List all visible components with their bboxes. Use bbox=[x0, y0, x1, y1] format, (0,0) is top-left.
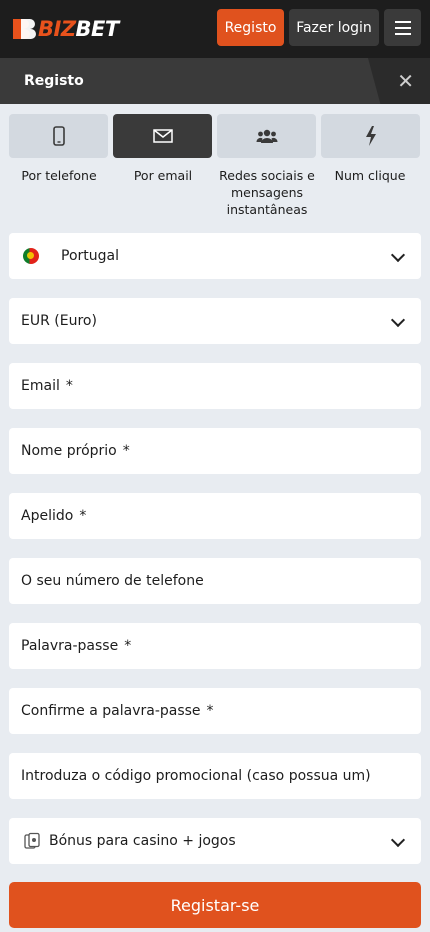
first-name-field[interactable]: Nome próprio * bbox=[9, 428, 421, 474]
hamburger-menu-button[interactable] bbox=[384, 9, 421, 46]
tab-one-click-label: Num clique bbox=[334, 168, 406, 183]
hamburger-icon-line bbox=[394, 26, 411, 29]
users-icon bbox=[255, 129, 278, 143]
first-name-placeholder: Nome próprio bbox=[21, 443, 117, 459]
logo-text: BIZBET bbox=[38, 17, 119, 41]
tab-social-label: Redes sociais e mensagens instantâneas bbox=[219, 168, 315, 217]
country-value: Portugal bbox=[61, 248, 119, 264]
required-mark: * bbox=[206, 703, 214, 719]
register-button[interactable]: Registo bbox=[217, 9, 284, 46]
register-submit-button[interactable]: Registar-se bbox=[9, 882, 421, 928]
bonus-select[interactable]: Bónus para casino + jogos bbox=[9, 818, 421, 864]
phone-field[interactable]: O seu número de telefone bbox=[9, 558, 421, 604]
top-header: BIZBET Registo Fazer login bbox=[0, 0, 430, 58]
portugal-flag-icon bbox=[23, 248, 39, 264]
required-mark: * bbox=[65, 378, 73, 394]
chevron-down-icon bbox=[390, 312, 406, 328]
casino-cards-icon bbox=[24, 832, 40, 849]
email-field[interactable]: Email * bbox=[9, 363, 421, 409]
close-button[interactable]: ✕ bbox=[368, 58, 430, 104]
registration-header: Registo ✕ bbox=[0, 58, 430, 104]
currency-select[interactable]: EUR (Euro) bbox=[9, 298, 421, 344]
logo-text-biz: BIZ bbox=[38, 17, 76, 41]
chevron-down-icon bbox=[390, 832, 406, 848]
promo-code-placeholder: Introduza o código promocional (caso pos… bbox=[21, 768, 371, 784]
last-name-field[interactable]: Apelido * bbox=[9, 493, 421, 539]
email-placeholder: Email bbox=[21, 378, 60, 394]
logo-mark-icon bbox=[13, 19, 36, 39]
confirm-password-field[interactable]: Confirme a palavra-passe * bbox=[9, 688, 421, 734]
bonus-value: Bónus para casino + jogos bbox=[49, 833, 236, 849]
confirm-password-placeholder: Confirme a palavra-passe bbox=[21, 703, 201, 719]
chevron-down-icon bbox=[390, 247, 406, 263]
promo-code-field[interactable]: Introduza o código promocional (caso pos… bbox=[9, 753, 421, 799]
bizbet-logo[interactable]: BIZBET bbox=[10, 16, 119, 42]
tab-email[interactable] bbox=[113, 114, 212, 158]
phone-icon bbox=[52, 126, 65, 146]
tab-phone[interactable] bbox=[9, 114, 108, 158]
tab-one-click[interactable] bbox=[321, 114, 420, 158]
password-placeholder: Palavra-passe bbox=[21, 638, 119, 654]
envelope-icon bbox=[152, 129, 173, 143]
required-mark: * bbox=[124, 638, 132, 654]
registration-title: Registo bbox=[24, 73, 84, 89]
phone-placeholder: O seu número de telefone bbox=[21, 573, 204, 589]
required-mark: * bbox=[122, 443, 130, 459]
logo-text-bet: BET bbox=[75, 17, 120, 41]
currency-value: EUR (Euro) bbox=[21, 313, 97, 329]
last-name-placeholder: Apelido bbox=[21, 508, 74, 524]
tab-phone-label: Por telefone bbox=[21, 168, 97, 183]
tab-email-label: Por email bbox=[133, 168, 193, 183]
tab-social[interactable] bbox=[217, 114, 316, 158]
password-field[interactable]: Palavra-passe * bbox=[9, 623, 421, 669]
close-icon: ✕ bbox=[397, 69, 414, 93]
country-select[interactable]: Portugal bbox=[9, 233, 421, 279]
lightning-icon bbox=[365, 126, 376, 146]
login-button[interactable]: Fazer login bbox=[289, 9, 379, 46]
hamburger-icon bbox=[394, 20, 411, 23]
registration-method-tabs: Por telefone Por email Redes sociais e m… bbox=[0, 114, 430, 224]
hamburger-icon-line bbox=[394, 32, 411, 35]
required-mark: * bbox=[79, 508, 87, 524]
